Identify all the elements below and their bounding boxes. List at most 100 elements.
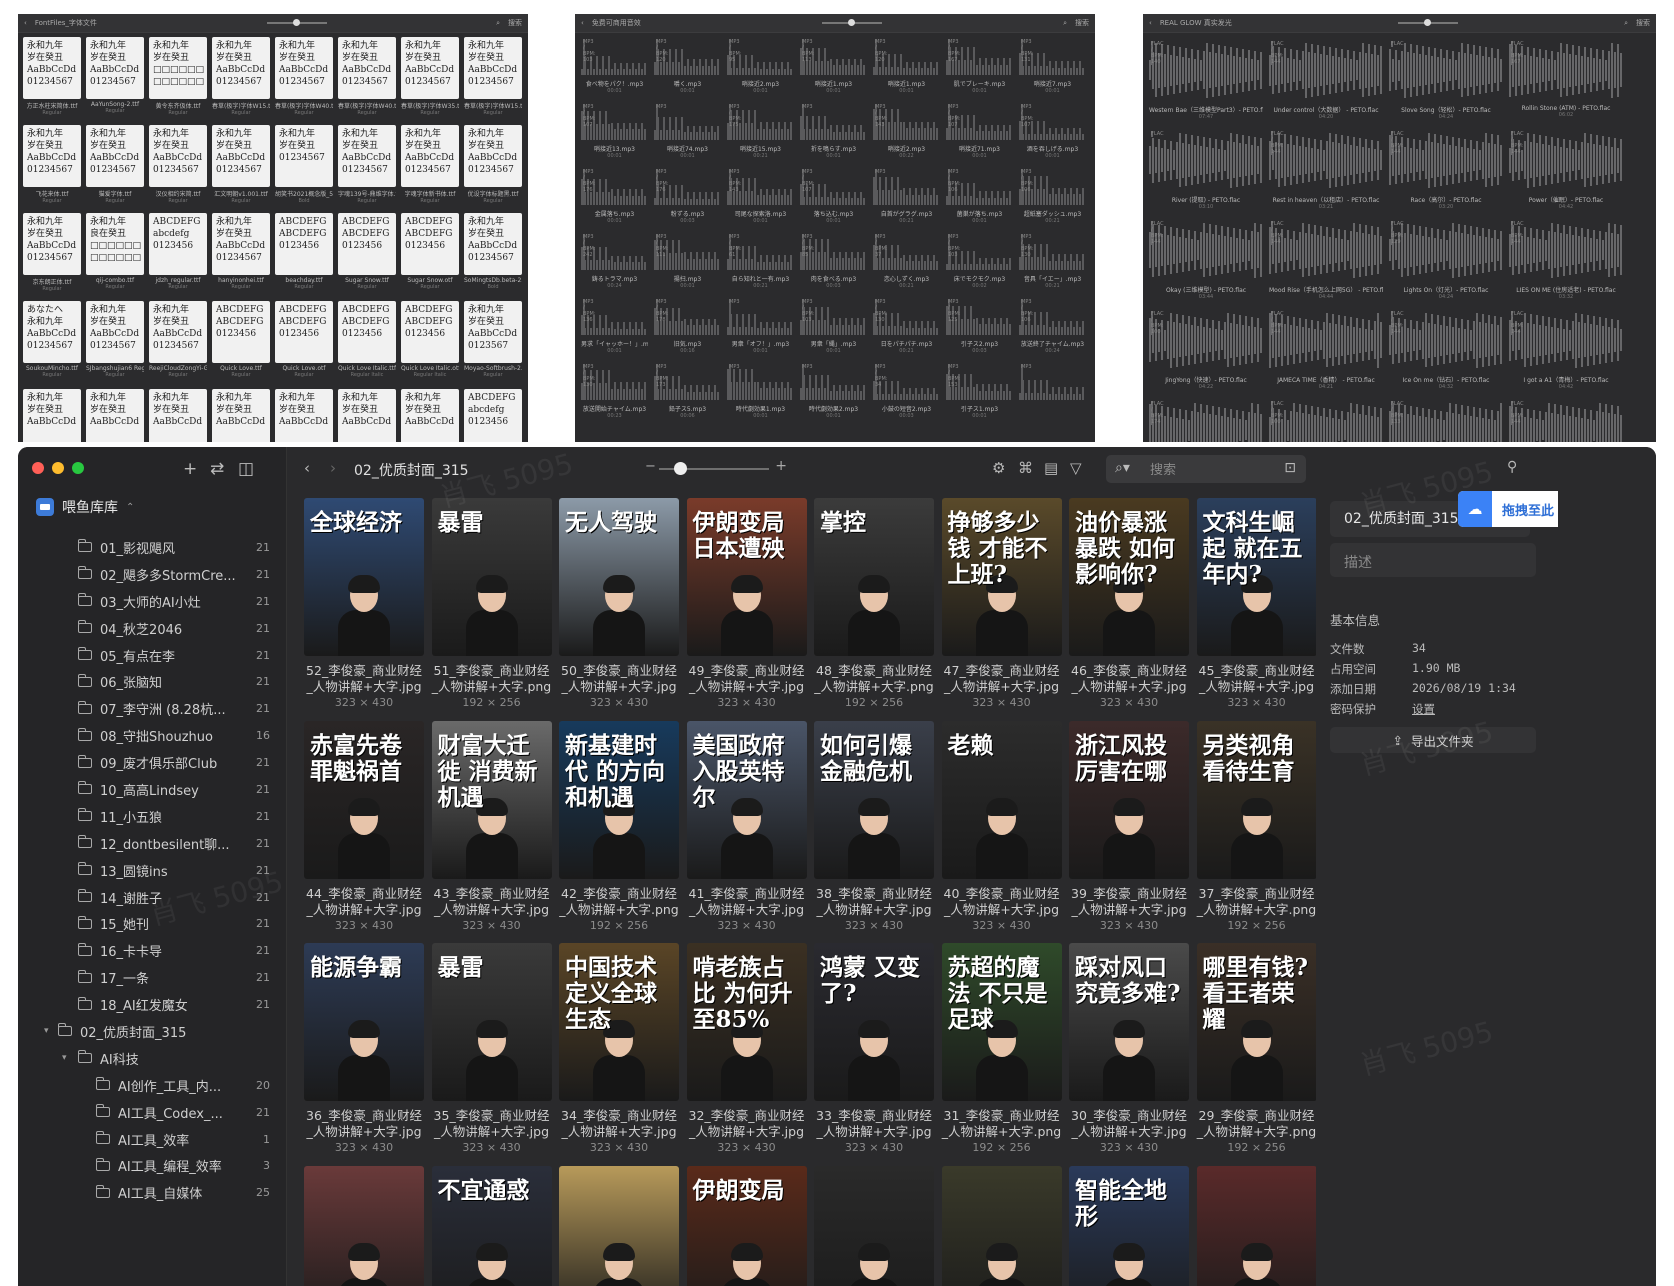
music-item[interactable]: FLAC / BPM: 144I got a A1（青梅）- PETO.flac… bbox=[1509, 309, 1623, 395]
sidebar-folder-item[interactable]: 02_飓多多StormCre... 21 bbox=[18, 561, 286, 588]
font-item[interactable]: ABCDEFG ABCDEFG 0123456 Quick Love Italic… bbox=[401, 301, 459, 385]
search-icon[interactable]: ⌕ bbox=[1624, 19, 1628, 28]
asset-tile[interactable]: 油价暴涨暴跌 如何影响你? 46_李俊豪_商业财经 _人物讲解+大字.jpg 323 … bbox=[1069, 498, 1189, 709]
zoom-slider[interactable]: − + bbox=[645, 458, 787, 475]
asset-tile[interactable]: 中国技术 定义全球生态 34_李俊豪_商业财经 _人物讲解+大字.jpg 323 × … bbox=[559, 943, 679, 1154]
asset-tile[interactable]: 新基建时代 的方向和机遇 42_李俊豪_商业财经 _人物讲解+大字.png 192 ×… bbox=[559, 720, 679, 932]
asset-tile[interactable]: 另类视角 看待生育 37_李俊豪_商业财经 _人物讲解+大字.png 192 × 25… bbox=[1196, 720, 1316, 932]
back-icon[interactable]: ‹ bbox=[581, 19, 584, 27]
font-item[interactable]: あなたへ 永和九年 AaBbCcDd 01234567 SoukouMincho.… bbox=[23, 301, 81, 385]
sidebar-folder-item[interactable]: 08_守拙Shouzhuo 16 bbox=[18, 722, 286, 749]
audio-item[interactable]: MP3 / BPM: 125引子ス2.mp300:03 bbox=[946, 297, 1013, 360]
font-item[interactable]: 永和九年 岁在癸丑 AaBbCcDd bbox=[23, 389, 81, 442]
font-item[interactable]: 永和九年 岁在癸丑 AaBbCcDd bbox=[86, 389, 144, 442]
audio-item[interactable]: MP3 / BPM: 143哨接近2.mp300:22 bbox=[873, 102, 940, 165]
font-item[interactable]: ABCDEFG abcdefg 0123456 bbox=[464, 389, 522, 442]
font-item[interactable]: 永和九年 岁在癸丑 01234567胡笑书2021概念版_585smileFon… bbox=[275, 125, 333, 209]
back-icon[interactable]: ‹ bbox=[1149, 19, 1152, 27]
music-item[interactable]: FLAC River (提取) - PETO.flac 03:10 bbox=[1149, 129, 1263, 215]
font-item[interactable]: 永和九年 岁在癸丑 AaBbCcDd 01234567 SJbangshujian… bbox=[86, 301, 144, 385]
audio-item[interactable]: MP3 / BPM: 103 床でモクモク.mp3 00:02 bbox=[946, 232, 1013, 295]
asset-tile[interactable] bbox=[1196, 1165, 1316, 1286]
audio-item[interactable]: MP3 / BPM: 167肌でブレーキ.mp300:01 bbox=[946, 37, 1013, 100]
music-item[interactable]: FLAC / BPM: 144JAMECA TIME（香精） - PETO.fl… bbox=[1269, 309, 1383, 395]
audio-item[interactable]: MP3 / BPM: 136男求「イャッホー！」.mp300:01 bbox=[581, 297, 648, 360]
audio-item[interactable]: MP3 / BPM: 106菌巣が落ち.mp300:01 bbox=[946, 167, 1013, 230]
font-item[interactable]: ABCDEFG abcdefg 0123456 jdzh_regular.ttf R… bbox=[149, 213, 207, 297]
music-item[interactable]: FLAC / BPM: 133 bbox=[1389, 399, 1503, 442]
library-selector[interactable]: 喂鱼库库 ⌃ bbox=[36, 495, 134, 519]
zoom-in-icon[interactable]: + bbox=[775, 458, 787, 474]
music-item[interactable]: FLAC / BPM: 144Rest in heaven（以租店）- PETO… bbox=[1269, 129, 1383, 215]
asset-tile[interactable]: 暴雷 35_李俊豪_商业财经 _人物讲解+大字.jpg 323 × 430 bbox=[431, 943, 552, 1154]
description-input[interactable] bbox=[1342, 550, 1526, 574]
expand-arrow-icon[interactable]: ▾ bbox=[44, 1026, 49, 1036]
sidebar-folder-item[interactable]: 10_高高Lindsey 21 bbox=[18, 776, 286, 803]
search-icon[interactable]: ⌕ bbox=[1063, 19, 1067, 28]
font-item[interactable]: ABCDEFG ABCDEFG 0123456 Quick Love Italic… bbox=[338, 301, 396, 385]
close-window-button[interactable] bbox=[32, 462, 44, 474]
audio-item[interactable]: MP3 / BPM: 175哨接近15.mp300:21 bbox=[727, 102, 794, 165]
audio-item[interactable]: MP3 / BPM: 85肉を食べる.mp300:03 bbox=[800, 232, 867, 295]
font-item[interactable]: 永和九年 岁在癸丑 AaBbCcDd 01234567 SoMingtsDb.be… bbox=[464, 213, 522, 297]
audio-item[interactable]: MP3 / BPM: 178旧気.mp300:16 bbox=[654, 297, 721, 360]
audio-item[interactable]: MP3 / BPM: 107哨接近13.mp300:01 bbox=[581, 102, 648, 165]
asset-tile[interactable]: 全球经济 52_李俊豪_商业财经 _人物讲解+大字.jpg 323 × 430 bbox=[304, 498, 424, 709]
font-item[interactable]: 永和九年 岁在癸丑 AaBbCcDd bbox=[338, 389, 396, 442]
font-item[interactable]: 永和九年 岁在癸丑 AaBbCcDd 01234567 春草(极字)字体W35.t… bbox=[401, 37, 459, 121]
sidebar-folder-item[interactable]: AI工具_自媒体 25 bbox=[18, 1179, 286, 1206]
asset-tile[interactable]: 智能全地形 bbox=[1069, 1165, 1189, 1286]
font-item[interactable]: 永和九年 岁在癸丑 □□□□□□ □□□□□□ 黄令东齐伋体.ttf Regular bbox=[149, 37, 207, 121]
audio-item[interactable]: MP3 時代劇効果1.mp3 00:01 bbox=[727, 362, 794, 425]
music-item[interactable]: FLAC / BPM: 144Race（高尔）- PETO.flac03:20 bbox=[1389, 129, 1503, 215]
sidebar-folder-item[interactable]: 09_废才俱乐部Club 21 bbox=[18, 749, 286, 776]
sidebar-folder-item[interactable]: 14_谢胜子 21 bbox=[18, 884, 286, 911]
audio-item[interactable]: MP3 / BPM: 130日をパチパチ.mp300:21 bbox=[873, 297, 940, 360]
audio-item[interactable]: MP3 / BPM: 103 食べ物をパク！.mp3 00:01 bbox=[581, 37, 648, 100]
asset-tile[interactable]: 苏超的魔法 不只是足球 31_李俊豪_商业财经 _人物讲解+大字.png 192 × … bbox=[941, 943, 1062, 1154]
asset-tile[interactable]: 赤富先卷 罪魁祸首 44_李俊豪_商业财经 _人物讲解+大字.jpg 323 × 43… bbox=[304, 720, 424, 932]
audio-item[interactable]: MP3 / BPM: 95哨接近2.mp300:01 bbox=[727, 37, 794, 100]
asset-tile[interactable]: 浙江风投 厉害在哪 39_李俊豪_商业财经 _人物讲解+大字.jpg 323 × 43… bbox=[1069, 720, 1189, 932]
font-item[interactable]: 永和九年 岁在癸丑 AaBbCcDd 01234567 优设字体标题黑.ttf Re… bbox=[464, 125, 522, 209]
search-box[interactable]: ⌕▾ ⊡ bbox=[1106, 455, 1306, 483]
asset-tile[interactable]: 踩对风口 究竟多难? 30_李俊豪_商业财经 _人物讲解+大字.jpg 323 × 4… bbox=[1069, 943, 1189, 1154]
swap-icon[interactable]: ⇄ bbox=[210, 459, 224, 479]
image-search-icon[interactable]: ⊡ bbox=[1284, 460, 1296, 476]
font-item[interactable]: 永和九年 岁在癸丑 AaBbCcDd bbox=[212, 389, 270, 442]
zoom-out-icon[interactable]: − bbox=[645, 459, 656, 474]
asset-tile[interactable]: 美国政府 入股英特尔 41_李俊豪_商业财经 _人物讲解+大字.jpg 323 × 4… bbox=[686, 720, 807, 932]
font-item[interactable]: 永和九年 岁在癸丑 AaBbCcDd 01234567 春草(极字)字体W40.t… bbox=[275, 37, 333, 121]
music-item[interactable]: FLAC / BPM: 144LIES ON ME (住房适老) - PETO.… bbox=[1509, 219, 1623, 305]
asset-tile[interactable]: 财富大迁徙 消费新机遇 43_李俊豪_商业财经 _人物讲解+大字.jpg 323 × … bbox=[431, 720, 552, 932]
asset-tile[interactable]: 如何引爆 金融危机 38_李俊豪_商业财经 _人物讲解+大字.jpg 323 × 43… bbox=[814, 720, 934, 932]
audio-item[interactable]: MP3 哨接近74.mp3 00:01 bbox=[654, 102, 721, 165]
sidebar-folder-item[interactable]: 12_dontbesilent聊... 21 bbox=[18, 830, 286, 857]
font-item[interactable]: 永和九年 岁在癸丑 AaBbCcDd 01234567 猫爱字体.ttf Regul… bbox=[86, 125, 144, 209]
music-item[interactable]: FLAC / BPM: 140Western Bae（三维模型Part3）- P… bbox=[1149, 39, 1263, 125]
font-item[interactable]: 永和九年 岁在癸丑 AaBbCcDd 01234567 AaYunSong-2.t… bbox=[86, 37, 144, 121]
sidebar-folder-item[interactable]: 13_圆镜ins 21 bbox=[18, 857, 286, 884]
font-item[interactable]: 永和九年 岁在癸丑 AaBbCcDd 01234567 飞花来体.ttf Regul… bbox=[23, 125, 81, 209]
music-item[interactable]: FLAC / BPM: 144Mood Rise（手机怎么上网5G） - PET… bbox=[1269, 219, 1383, 305]
audio-item[interactable]: MP3 / BPM: 107酒を吞しげる.mp300:01 bbox=[1019, 102, 1086, 165]
asset-tile[interactable]: 伊朗变局 日本遭殃 49_李俊豪_商业财经 _人物讲解+大字.jpg 323 × 43… bbox=[686, 498, 807, 709]
sidebar-folder-item[interactable]: 06_张脑知 21 bbox=[18, 668, 286, 695]
font-item[interactable]: 永和九年 岁在癸丑 AaBbCcDd 01234567 汉仪相约宋简.ttf Reg… bbox=[149, 125, 207, 209]
audio-item[interactable]: MP3 / BPM: 107哨接近71.mp300:01 bbox=[946, 102, 1013, 165]
music-zoom-slider[interactable] bbox=[1397, 19, 1458, 26]
font-item[interactable]: 永和九年 岁在癸丑 AaBbCcDd bbox=[149, 389, 207, 442]
asset-tile[interactable] bbox=[304, 1165, 424, 1286]
asset-tile[interactable]: 伊朗变局 bbox=[686, 1165, 807, 1286]
audio-item[interactable]: MP3 / BPM: 242鋳るトラマ.mp300:24 bbox=[581, 232, 648, 295]
tag-icon[interactable]: ⌘ bbox=[1018, 459, 1033, 477]
back-icon[interactable]: ‹ bbox=[24, 19, 27, 27]
font-item[interactable]: 永和九年 良在癸丑 □□□□□□ □□□□□□ qij-combo.ttf Regu… bbox=[86, 213, 144, 297]
sidebar-folder-item[interactable]: 18_AI红发魔女 21 bbox=[18, 991, 286, 1018]
audio-item[interactable]: MP3 / BPM: 130放送開始チャイム.mp300:23 bbox=[581, 362, 648, 425]
font-item[interactable]: 永和九年 岁在癸丑 AaBbCcDd 01234567 京东朗正体.ttf Regu… bbox=[23, 213, 81, 297]
minimize-window-button[interactable] bbox=[52, 462, 64, 474]
font-item[interactable]: ABCDEFG ABCDEFG 0123456 beachday.ttf Regul… bbox=[275, 213, 333, 297]
audio-item[interactable]: MP3 / BPM: 120哨接近1.mp300:01 bbox=[873, 37, 940, 100]
sidebar-folder-item[interactable]: AI创作_工具_内... 20 bbox=[18, 1072, 286, 1099]
